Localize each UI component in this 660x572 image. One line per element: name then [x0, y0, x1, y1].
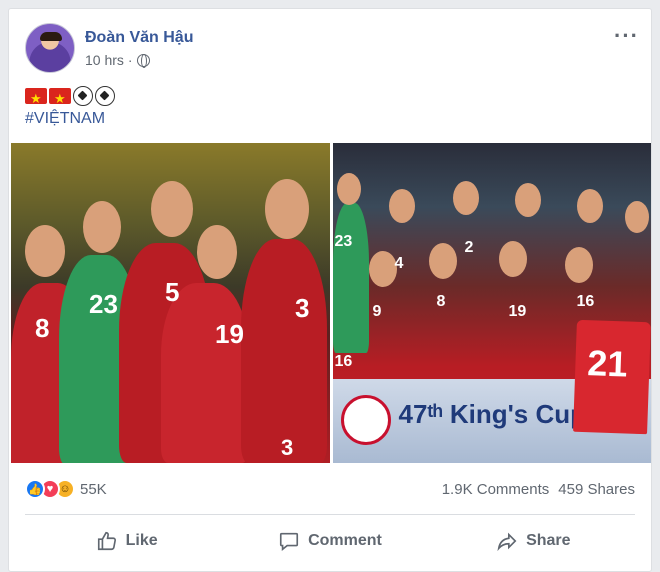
emoji-row [25, 85, 115, 111]
jersey-number: 19 [215, 319, 244, 349]
share-label: Share [526, 532, 571, 549]
like-label: Like [125, 532, 158, 549]
comment-button[interactable]: Comment [228, 519, 431, 563]
action-bar: Like Comment Share [25, 519, 635, 563]
like-icon[interactable]: 👍 [25, 479, 45, 499]
more-options-icon[interactable]: ··· [614, 25, 639, 47]
post-timestamp[interactable]: 10 hrs [85, 52, 124, 68]
jersey-number: 23 [89, 289, 118, 319]
post-card: Đoàn Văn Hậu 10 hrs · ··· #VIỆTNAM [8, 8, 652, 572]
jersey-number: 3 [281, 435, 294, 460]
vietnam-flag-icon [49, 87, 71, 111]
soccer-ball-icon [95, 86, 115, 106]
vff-logo [340, 395, 391, 445]
divider [25, 514, 635, 515]
jersey-number: 2 [464, 239, 474, 256]
jersey-number: 8 [35, 313, 50, 343]
jersey-number: 3 [295, 293, 310, 323]
globe-icon[interactable] [136, 53, 150, 68]
vietnam-flag-icon [25, 87, 47, 111]
reaction-count[interactable]: 55K [80, 481, 107, 498]
thumbs-up-icon [97, 531, 116, 551]
photo-grid: 8 23 5 19 3 3 23 4 2 16 9 8 19 16 47ᵗʰ K… [11, 143, 651, 463]
comment-label: Comment [308, 532, 382, 549]
jersey-21: 21 [573, 319, 651, 435]
jersey-number: 4 [394, 255, 404, 272]
jersey-number: 16 [576, 293, 595, 310]
author-name[interactable]: Đoàn Văn Hậu [85, 29, 193, 47]
engagement-counts: 1.9K Comments 459 Shares [442, 481, 635, 498]
banner-text: 47ᵗʰ King's Cup [398, 399, 587, 429]
post-text: #VIỆTNAM [25, 85, 115, 131]
jersey-number: 5 [165, 277, 180, 307]
photo-team-lineup[interactable]: 23 4 2 16 9 8 19 16 47ᵗʰ King's Cup 21 [332, 143, 651, 463]
engagement-bar: 👍 ♥ ☺ 55K 1.9K Comments 459 Shares [25, 477, 635, 501]
post-header: Đoàn Văn Hậu 10 hrs · ··· [25, 23, 639, 75]
shares-count[interactable]: 459 Shares [558, 481, 635, 498]
share-button[interactable]: Share [432, 519, 635, 563]
jersey-number: 9 [372, 303, 382, 320]
jersey-number: 16 [334, 353, 353, 370]
comments-count[interactable]: 1.9K Comments [442, 481, 550, 498]
comment-icon [280, 532, 299, 551]
avatar[interactable] [25, 23, 75, 73]
post-meta: 10 hrs · [85, 52, 150, 68]
jersey-number: 19 [508, 303, 527, 320]
like-button[interactable]: Like [25, 519, 228, 563]
jersey-number: 23 [334, 233, 353, 250]
share-icon [497, 532, 517, 552]
soccer-ball-icon [73, 86, 93, 106]
jersey-number: 8 [436, 293, 446, 310]
photo-players-walking[interactable]: 8 23 5 19 3 3 [11, 143, 330, 463]
